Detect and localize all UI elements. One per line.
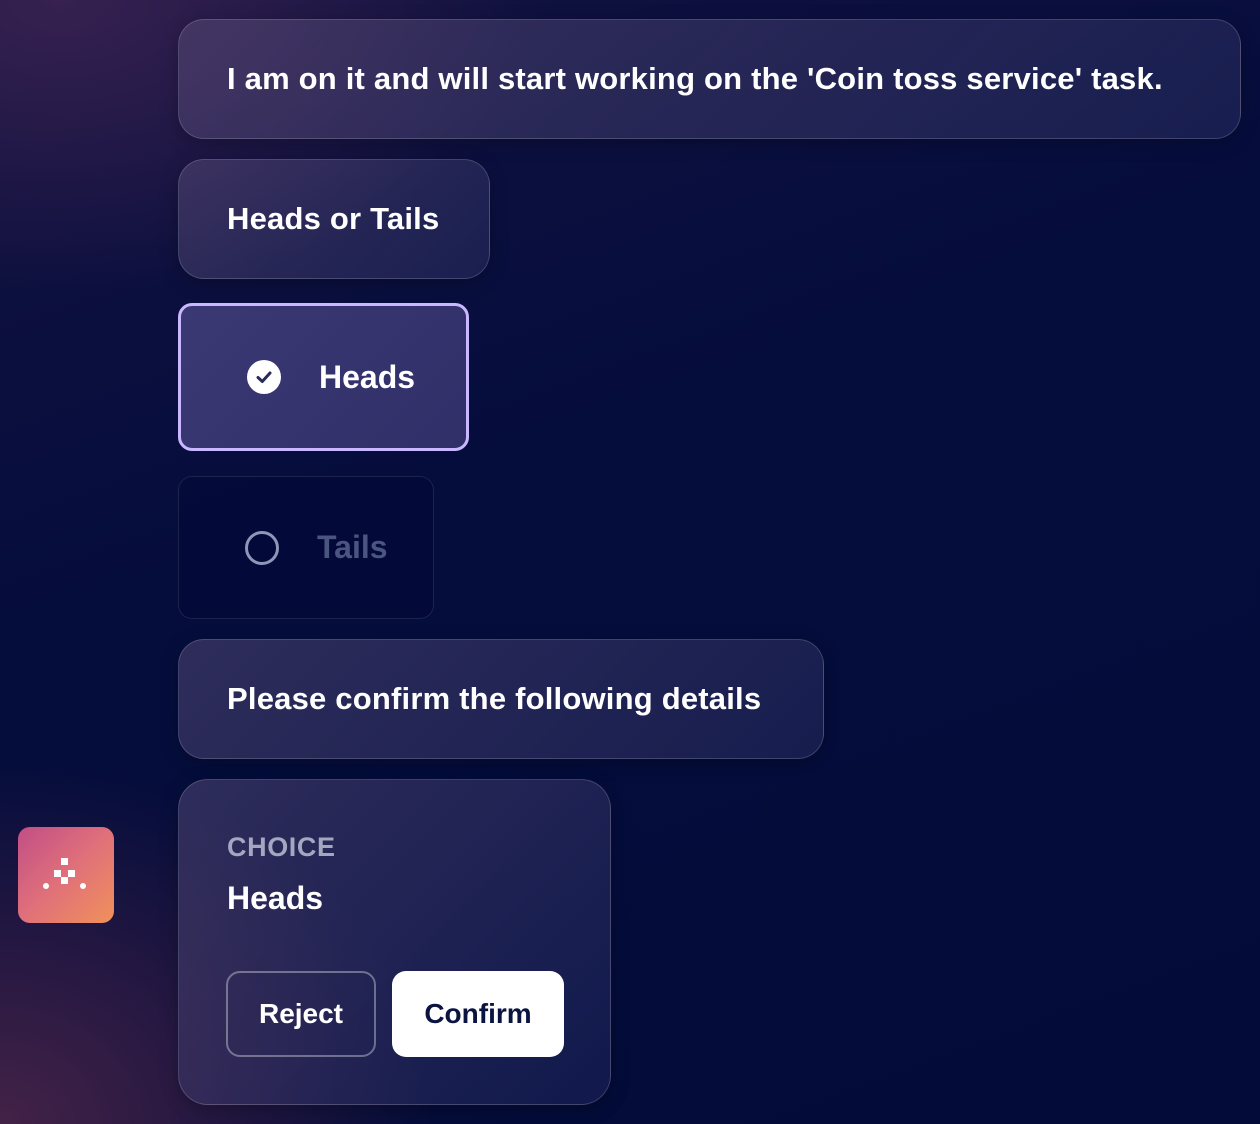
reject-button[interactable]: Reject: [226, 971, 376, 1057]
confirmation-card: CHOICE Heads Reject Confirm: [178, 779, 611, 1105]
message-text: I am on it and will start working on the…: [227, 61, 1163, 96]
logo-dots-glyph: [43, 858, 86, 889]
app-logo-icon: [18, 827, 114, 923]
option-tails[interactable]: Tails: [178, 476, 434, 619]
checkmark-glyph: [256, 371, 272, 383]
choice-field-label: CHOICE: [227, 832, 336, 862]
choice-field-value: Heads: [227, 880, 324, 916]
message-text: Please confirm the following details: [227, 681, 762, 716]
radio-empty-icon: [245, 530, 279, 565]
option-label: Heads: [319, 358, 416, 395]
message-text: Heads or Tails: [227, 201, 440, 236]
check-circle-icon: [247, 360, 281, 394]
assistant-message-status: I am on it and will start working on the…: [178, 19, 1241, 139]
option-label: Tails: [317, 529, 388, 565]
assistant-message-question: Heads or Tails: [178, 159, 490, 279]
option-heads[interactable]: Heads: [178, 303, 469, 451]
confirm-button[interactable]: Confirm: [392, 971, 564, 1057]
assistant-message-confirm-prompt: Please confirm the following details: [178, 639, 824, 759]
